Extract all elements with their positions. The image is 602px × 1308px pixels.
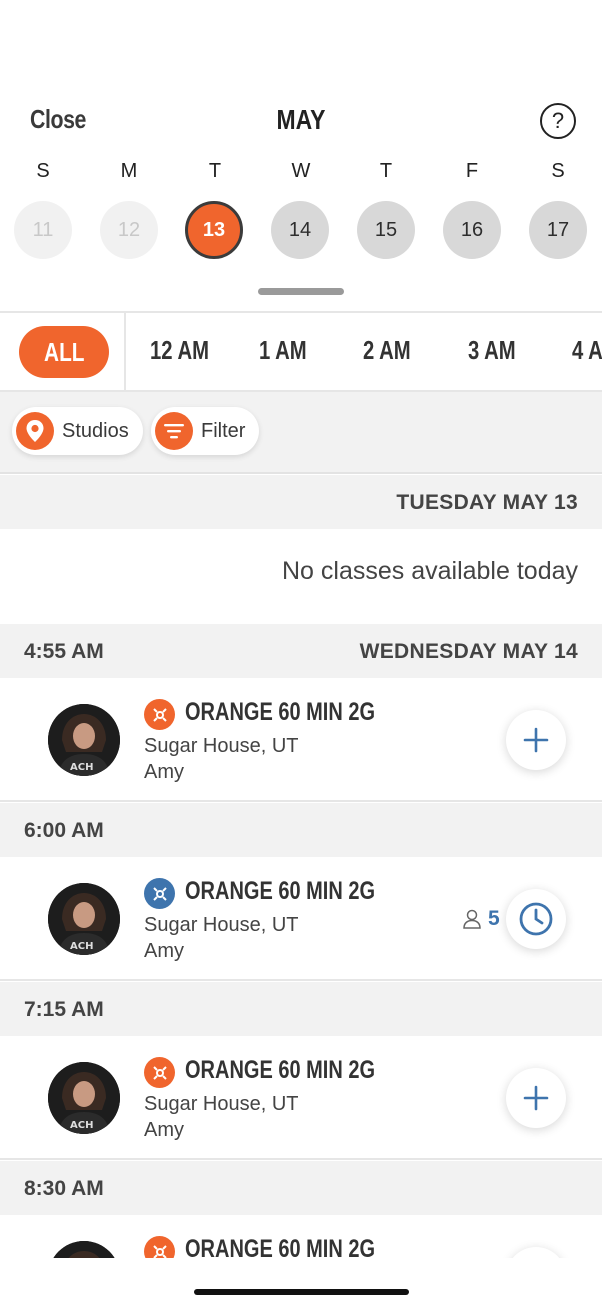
filter-chip[interactable]: Filter	[151, 407, 260, 455]
slot-time: 4:55 AM	[24, 640, 104, 663]
weekday-letter: M	[120, 160, 138, 182]
class-name: ORANGE 60 MIN 2G	[185, 1056, 376, 1084]
person-icon	[463, 909, 481, 929]
studios-chip[interactable]: Studios	[12, 407, 143, 455]
calendar-header: Close MAY ? S M T W T F S 11 12 13 14 15…	[0, 0, 602, 312]
class-location: Sugar House, UT	[144, 735, 299, 757]
class-row[interactable]: ACH ORANGE 60 MIN 2G Sugar House, UT Amy	[0, 1036, 602, 1160]
date-16[interactable]: 16	[443, 201, 501, 259]
drag-handle[interactable]	[258, 288, 344, 295]
help-icon[interactable]: ?	[540, 103, 576, 139]
location-pin-icon	[16, 412, 54, 450]
time-filter-1am[interactable]: 1 AM	[259, 335, 307, 366]
weekday-letter: W	[291, 160, 311, 182]
add-class-button[interactable]	[506, 710, 566, 770]
slot-time: 6:00 AM	[24, 819, 104, 842]
weekday-letter: S	[36, 160, 50, 182]
plus-icon	[523, 1085, 549, 1111]
waitlist-count: 5	[488, 907, 500, 930]
class-type-icon	[144, 878, 175, 909]
filter-label: Filter	[201, 419, 246, 442]
date-13-selected[interactable]: 13	[185, 201, 243, 259]
add-class-button[interactable]	[506, 1068, 566, 1128]
date-15[interactable]: 15	[357, 201, 415, 259]
time-filter-bar: ALL 12 AM 1 AM 2 AM 3 AM 4 AM	[0, 311, 602, 392]
slot-time: 8:30 AM	[24, 1177, 104, 1200]
time-header: 4:55 AM WEDNESDAY MAY 14	[0, 624, 602, 678]
weekday-letter: T	[379, 160, 393, 182]
waitlist-button[interactable]	[506, 889, 566, 949]
weekday-letter: T	[208, 160, 222, 182]
empty-state: No classes available today	[0, 529, 602, 625]
class-coach: Amy	[144, 940, 184, 962]
time-filter-all[interactable]: ALL	[19, 326, 109, 378]
coach-avatar: ACH	[48, 1062, 120, 1134]
clock-icon	[519, 902, 553, 936]
class-row[interactable]: ACH ORANGE 60 MIN 2G Sugar House, UT Amy…	[0, 857, 602, 981]
date-14[interactable]: 14	[271, 201, 329, 259]
class-location: Sugar House, UT	[144, 914, 299, 936]
svg-text:ACH: ACH	[70, 941, 93, 952]
day-header-label: WEDNESDAY MAY 14	[359, 640, 578, 663]
date-11: 11	[14, 201, 72, 259]
class-type-icon	[144, 1057, 175, 1088]
time-filter-2am[interactable]: 2 AM	[363, 335, 411, 366]
waitlist-indicator: 5	[462, 907, 500, 931]
class-name: ORANGE 60 MIN 2G	[185, 877, 376, 905]
date-12: 12	[100, 201, 158, 259]
filter-row: Studios Filter	[0, 392, 602, 474]
class-row[interactable]: ACH ORANGE 60 MIN 2G Sugar House, UT Amy	[0, 678, 602, 802]
filter-lines-icon	[155, 412, 193, 450]
date-17[interactable]: 17	[529, 201, 587, 259]
svg-text:ACH: ACH	[70, 762, 93, 773]
time-header: 6:00 AM	[0, 803, 602, 857]
class-coach: Amy	[144, 761, 184, 783]
day-header-label: TUESDAY MAY 13	[396, 491, 578, 514]
empty-message: No classes available today	[282, 557, 578, 585]
slot-time: 7:15 AM	[24, 998, 104, 1021]
time-filter-12am[interactable]: 12 AM	[150, 335, 209, 366]
plus-icon	[523, 727, 549, 753]
class-coach: Amy	[144, 1119, 184, 1141]
class-type-icon	[144, 699, 175, 730]
month-title: MAY	[276, 104, 326, 135]
bottom-safe-area	[0, 1258, 602, 1308]
class-location: Sugar House, UT	[144, 1093, 299, 1115]
time-filter-3am[interactable]: 3 AM	[468, 335, 516, 366]
time-filter-4am[interactable]: 4 AM	[572, 335, 602, 366]
coach-avatar: ACH	[48, 704, 120, 776]
coach-avatar: ACH	[48, 883, 120, 955]
svg-text:ACH: ACH	[70, 1120, 93, 1131]
class-name: ORANGE 60 MIN 2G	[185, 698, 376, 726]
weekday-letter: F	[465, 160, 479, 182]
studios-label: Studios	[62, 419, 129, 442]
home-indicator[interactable]	[194, 1289, 409, 1295]
time-header: 8:30 AM	[0, 1161, 602, 1215]
time-header: 7:15 AM	[0, 982, 602, 1036]
weekday-letter: S	[551, 160, 565, 182]
day-header-tuesday: TUESDAY MAY 13	[0, 475, 602, 529]
divider	[124, 313, 126, 390]
